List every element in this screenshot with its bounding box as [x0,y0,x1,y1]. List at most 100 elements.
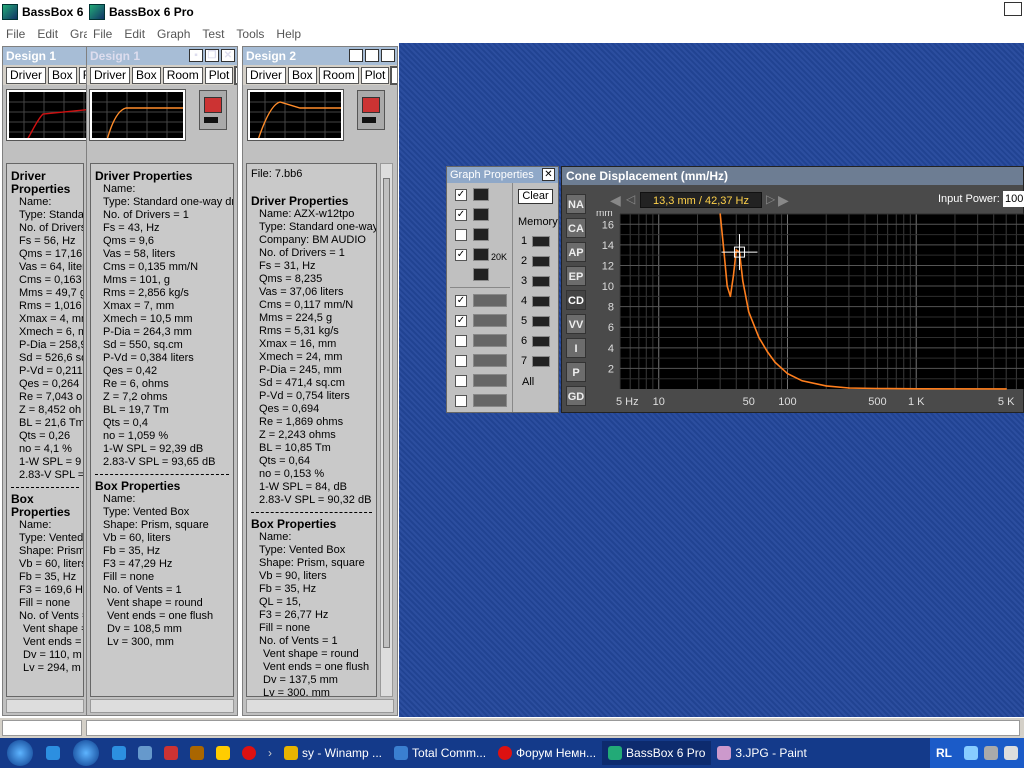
memory-slot-button[interactable] [532,236,550,247]
clear-button[interactable]: Clear [518,189,553,204]
memory-slot-button[interactable] [532,276,550,287]
memory-slot-button[interactable] [532,296,550,307]
memory-all-button[interactable]: All [522,376,534,388]
tab-driver[interactable]: Driver [246,66,286,84]
save-icon[interactable]: ▪ [189,49,203,62]
task-paint[interactable]: 3.JPG - Paint [711,746,812,760]
driver-curve-toggle[interactable] [455,375,467,387]
horizontal-scrollbar[interactable] [246,699,394,713]
speaker-box-icon[interactable] [357,90,385,130]
menu-file[interactable]: File [87,27,118,41]
copy-icon[interactable]: ❐ [365,49,379,62]
tab-box[interactable]: Box [48,66,77,84]
driver-property: Cms = 0,117 mm/N [259,299,354,311]
menu-file[interactable]: File [0,27,31,41]
box-properties-header: Box Properties [11,492,71,519]
scale-icon [473,228,489,241]
menu-edit[interactable]: Edit [31,27,64,41]
box-property: Shape: Prism, square [103,519,209,531]
input-power-field[interactable]: 100 [1003,191,1024,207]
window-button[interactable] [1004,2,1022,16]
driver-property: Qms = 8,235 [259,273,323,285]
horizontal-scrollbar[interactable] [6,699,84,713]
menu-tools[interactable]: Tools [230,27,270,41]
displacement-plot[interactable]: 16 14 12 10 8 6 4 2 mm 5 Hz 10 50 100 500 1 K 5 K [562,211,1024,411]
driver-property: No. of Drivers = 1 [259,247,345,259]
tray-icon[interactable] [984,746,998,760]
next-arrow-icon[interactable]: ▶ [778,192,798,208]
memory-slot-button[interactable] [532,256,550,267]
quicklaunch-more-icon[interactable]: › [262,746,278,760]
speaker-box-icon[interactable] [199,90,227,130]
menu-help[interactable]: Help [270,27,307,41]
driver-sound-toggle[interactable]: ✓ [455,295,467,307]
menu-graph[interactable]: Graph [151,27,196,41]
quicklaunch-bolt-icon[interactable] [210,746,236,760]
response-thumbnail[interactable] [247,89,344,141]
divider [95,474,229,475]
task-forum[interactable]: Форум Немн... [492,746,602,760]
vent-property: Vent shape = [23,623,84,635]
driver-property: P-Vd = 0,754 liters [259,390,350,402]
tray-icon[interactable] [964,746,978,760]
copy-icon[interactable]: ❐ [205,49,219,62]
quicklaunch-ie-icon[interactable] [106,746,132,760]
close-icon[interactable]: ✕ [221,49,235,62]
curve-point [766,351,769,353]
start-button-2[interactable] [66,738,106,768]
tab-driver[interactable]: Driver [6,66,46,84]
quicklaunch-desktop-icon[interactable] [132,746,158,760]
close-icon[interactable]: ✕ [542,168,555,181]
box-property: Fb = 35, Hz [19,571,77,583]
tab-plot[interactable]: Plot [360,66,390,84]
menu-edit[interactable]: Edit [118,27,151,41]
plot-area[interactable] [620,214,1024,389]
range-20k-toggle[interactable]: ✓ [455,249,467,261]
step-right-icon[interactable]: ▷ [766,192,778,208]
task-winamp[interactable]: sy - Winamp ... [278,746,388,760]
x-tick-label: 50 [743,396,755,408]
plot-color-swatch[interactable] [234,65,237,85]
response-thumbnail[interactable] [6,89,87,141]
crosshair-toggle[interactable]: ✓ [455,189,467,201]
box-sound-toggle[interactable]: ✓ [455,315,467,327]
memory-slot-button[interactable] [532,336,550,347]
room-sound-toggle[interactable] [455,335,467,347]
close-icon[interactable]: ✕ [381,49,395,62]
box-curve-toggle[interactable] [455,395,467,407]
horizontal-scrollbar[interactable] [90,699,234,713]
quicklaunch-floppy-icon[interactable] [158,746,184,760]
curve-point [786,372,789,375]
plot-color-swatch[interactable] [390,65,397,85]
save-icon[interactable]: ▪ [349,49,363,62]
tray-language[interactable]: RL [930,738,958,768]
box-property: Vb = 60, liters [103,532,171,544]
y-tick-label: 2 [608,363,614,375]
memory-slot-button[interactable] [532,356,550,367]
task-bassbox[interactable]: BassBox 6 Pro [602,741,712,765]
quicklaunch-ie-icon[interactable] [40,746,66,760]
step-left-icon[interactable]: ◁ [626,192,638,208]
start-button[interactable] [0,738,40,768]
vertical-scrollbar[interactable] [380,163,393,697]
quicklaunch-opera-icon[interactable] [236,746,262,760]
grid-toggle[interactable]: ✓ [455,209,467,221]
tab-room[interactable]: Room [162,66,203,84]
winamp-icon [284,746,298,760]
tab-room[interactable]: Room [318,66,359,84]
memory-slot-button[interactable] [532,316,550,327]
tab-driver[interactable]: Driver [90,66,130,84]
design-panel-2: Design 2 ▪ ❐ ✕ Driver Box Room Plot File: … [242,46,398,716]
tray-icon[interactable] [1004,746,1018,760]
quicklaunch-media-icon[interactable] [184,746,210,760]
tab-box[interactable]: Box [132,66,161,84]
tab-plot[interactable]: Plot [204,66,234,84]
scale-toggle[interactable] [455,229,467,241]
response-thumbnail[interactable] [89,89,186,141]
x-tick-label: 1 K [908,396,925,408]
driver-property: BL = 10,85 Tm [259,442,331,454]
tab-box[interactable]: Box [288,66,317,84]
wave-toggle[interactable] [455,355,467,367]
menu-test[interactable]: Test [196,27,230,41]
task-totalcommander[interactable]: Total Comm... [388,746,492,760]
